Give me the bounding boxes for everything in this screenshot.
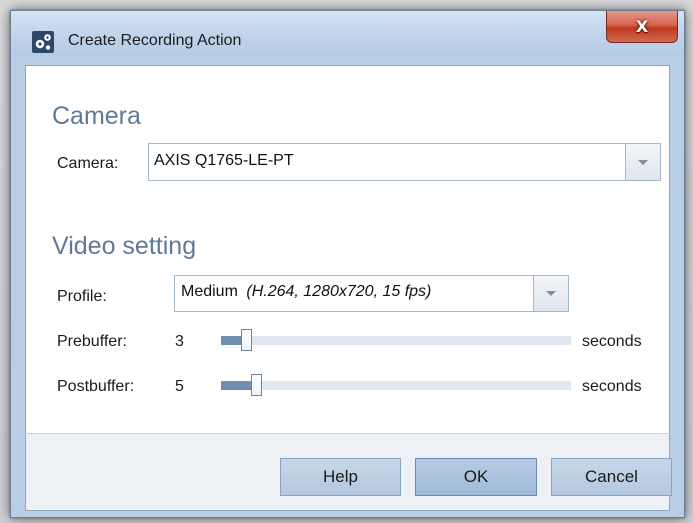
title-bar: Create Recording Action X (11, 11, 684, 57)
prebuffer-unit: seconds (582, 333, 642, 350)
video-section-title: Video setting (52, 232, 197, 260)
help-button[interactable]: Help (280, 458, 401, 496)
camera-select[interactable]: AXIS Q1765-LE-PT (148, 143, 661, 181)
camera-select-dropdown-button[interactable] (625, 144, 660, 180)
profile-select-value: Medium (H.264, 1280x720, 15 fps) (181, 283, 431, 301)
camera-section-title: Camera (52, 102, 141, 130)
prebuffer-value: 3 (175, 333, 184, 350)
gear-cluster-icon (32, 31, 54, 53)
postbuffer-unit: seconds (582, 378, 642, 395)
chevron-down-icon (546, 291, 556, 296)
close-icon: X (635, 17, 649, 36)
postbuffer-value: 5 (175, 378, 184, 395)
dialog-window: Create Recording Action X (10, 10, 685, 518)
prebuffer-label: Prebuffer: (57, 333, 127, 350)
postbuffer-slider-thumb[interactable] (251, 374, 262, 396)
ok-button[interactable]: OK (415, 458, 537, 496)
postbuffer-slider[interactable] (221, 374, 571, 396)
cancel-button[interactable]: Cancel (551, 458, 672, 496)
chevron-down-icon (638, 159, 648, 165)
profile-select-dropdown-button[interactable] (533, 276, 568, 311)
postbuffer-label: Postbuffer: (57, 378, 135, 395)
camera-select-value: AXIS Q1765-LE-PT (154, 152, 294, 169)
profile-name: Medium (181, 283, 238, 300)
profile-label: Profile: (57, 288, 107, 305)
profile-detail: (H.264, 1280x720, 15 fps) (246, 283, 432, 300)
profile-select[interactable]: Medium (H.264, 1280x720, 15 fps) (174, 275, 569, 312)
prebuffer-slider[interactable] (221, 329, 571, 351)
dialog-title: Create Recording Action (68, 32, 242, 49)
camera-label: Camera: (57, 155, 119, 172)
close-button[interactable]: X (606, 11, 678, 43)
prebuffer-slider-thumb[interactable] (241, 329, 252, 351)
